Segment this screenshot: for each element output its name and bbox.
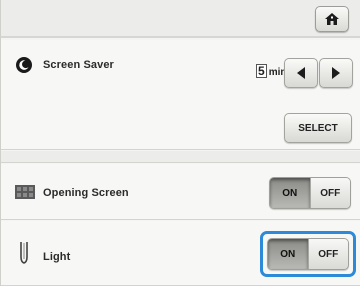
- home-icon: [325, 13, 339, 25]
- home-button[interactable]: [315, 6, 349, 32]
- light-label: Light: [43, 251, 71, 263]
- opening-screen-toggle[interactable]: ON OFF: [269, 177, 351, 209]
- section-divider: [1, 151, 360, 163]
- select-button[interactable]: SELECT: [284, 113, 352, 143]
- screen-saver-minutes: 5 min: [256, 64, 286, 78]
- triangle-left-icon: [297, 67, 305, 79]
- opening-screen-icon: [15, 185, 35, 199]
- opening-screen-off-option[interactable]: OFF: [309, 178, 350, 208]
- light-icon: [20, 242, 28, 264]
- light-off-option[interactable]: OFF: [307, 239, 348, 269]
- opening-screen-on-option[interactable]: ON: [270, 178, 310, 208]
- settings-screen: Screen Saver 5 min SELECT Opening Screen…: [0, 0, 360, 286]
- minutes-value: 5: [256, 64, 267, 78]
- screen-saver-label: Screen Saver: [43, 59, 114, 71]
- increase-minutes-button[interactable]: [319, 58, 353, 88]
- decrease-minutes-button[interactable]: [284, 58, 318, 88]
- screen-saver-icon: [16, 57, 32, 73]
- light-toggle[interactable]: ON OFF: [267, 238, 349, 270]
- opening-screen-label: Opening Screen: [43, 187, 129, 199]
- light-on-option[interactable]: ON: [268, 239, 308, 269]
- top-bar: [1, 0, 360, 38]
- triangle-right-icon: [332, 67, 340, 79]
